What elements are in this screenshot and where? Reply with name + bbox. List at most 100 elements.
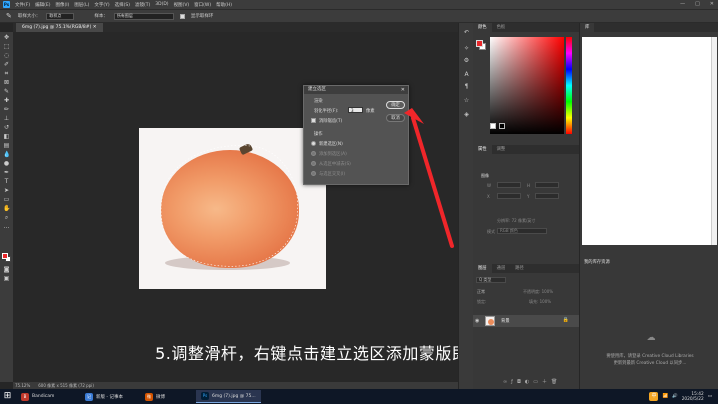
blur-tool-icon[interactable]: 💧 — [3, 151, 10, 158]
mode-select[interactable]: RGB 颜色 — [497, 228, 547, 234]
quick-mask-icon[interactable]: ◙ — [3, 266, 10, 273]
group-icon[interactable]: ▭ — [533, 379, 542, 385]
crop-tool-icon[interactable]: ⌗ — [3, 70, 10, 77]
color-spectrum[interactable] — [490, 37, 564, 134]
eyedropper-tool-icon[interactable]: ✎ — [6, 12, 12, 20]
menu-select[interactable]: 选择(S) — [115, 2, 130, 8]
menu-layer[interactable]: 图层(L) — [74, 2, 89, 8]
web-color-icon[interactable] — [490, 123, 496, 129]
quick-select-tool-icon[interactable]: ✐ — [3, 61, 10, 68]
tab-properties[interactable]: 属性 — [473, 145, 492, 154]
menu-help[interactable]: 帮助(H) — [216, 2, 232, 8]
add-mask-icon[interactable]: ◘ — [517, 379, 525, 385]
blend-mode-select[interactable]: 正常 — [477, 289, 485, 295]
sample-layers-select[interactable]: 所有图层 — [113, 12, 174, 20]
eyedropper-icon[interactable]: ✎ — [3, 88, 10, 95]
character-panel-icon[interactable]: A — [463, 71, 470, 78]
menu-window[interactable]: 窗口(W) — [194, 2, 211, 8]
gradient-tool-icon[interactable]: ▤ — [3, 142, 10, 149]
panel-fg-swatch[interactable] — [476, 40, 483, 47]
intersect-selection-radio[interactable] — [311, 171, 316, 176]
brushes-panel-icon[interactable]: ⚙ — [463, 57, 470, 64]
healing-brush-icon[interactable]: ✚ — [3, 97, 10, 104]
lasso-tool-icon[interactable]: ◌ — [3, 52, 10, 59]
more-tools-icon[interactable]: … — [3, 223, 10, 230]
hue-slider[interactable] — [566, 37, 572, 134]
tab-paths[interactable]: 路径 — [510, 264, 529, 273]
menu-edit[interactable]: 编辑(E) — [35, 2, 50, 8]
gamut-warning-icon[interactable] — [499, 123, 505, 129]
tab-layers[interactable]: 图层 — [473, 264, 492, 273]
paragraph-panel-icon[interactable]: ¶ — [463, 83, 470, 90]
taskbar-item-notepad[interactable]: 记 新版 - 记事本 — [80, 390, 128, 403]
menu-3d[interactable]: 3D(D) — [155, 2, 168, 7]
library-dropdown[interactable]: 我的库存资源 — [584, 259, 610, 265]
path-select-icon[interactable]: ➤ — [3, 187, 10, 194]
width-field[interactable] — [497, 182, 521, 188]
move-tool-icon[interactable]: ✥ — [3, 34, 10, 41]
screen-mode-icon[interactable]: ▣ — [3, 275, 10, 282]
layer-filter-search[interactable]: Q 类型 — [476, 277, 506, 283]
history-panel-icon[interactable]: ↶ — [463, 29, 470, 36]
menu-image[interactable]: 图像(I) — [55, 2, 69, 8]
add-selection-radio[interactable] — [311, 151, 316, 156]
3d-panel-icon[interactable]: ◈ — [463, 111, 470, 118]
network-icon[interactable]: 📶 — [662, 394, 668, 399]
link-layers-icon[interactable]: ∞ — [503, 379, 511, 385]
tab-color[interactable]: 颜色 — [473, 23, 492, 32]
document-tab[interactable]: 6mg (7).jpg @ 75.1%(RGB/8#) ✕ — [16, 23, 103, 32]
taskbar-item-bandicam[interactable]: B Bandicam — [16, 390, 59, 403]
opacity-field[interactable]: 不透明度: 100% — [523, 289, 553, 295]
taskbar-item-weibo[interactable]: 微 微博 — [140, 390, 170, 403]
brush-tool-icon[interactable]: ✏ — [3, 106, 10, 113]
brush-settings-icon[interactable]: ✧ — [463, 45, 470, 52]
maximize-button[interactable]: □ — [695, 1, 700, 7]
sample-size-select[interactable]: 取样点 — [46, 12, 75, 20]
eye-icon[interactable]: ◉ — [475, 318, 479, 324]
new-layer-icon[interactable]: ＋ — [542, 379, 551, 385]
dodge-tool-icon[interactable]: ● — [3, 160, 10, 167]
hand-tool-icon[interactable]: ✋ — [3, 205, 10, 212]
zoom-level[interactable]: 75.12% — [15, 382, 30, 389]
ok-button[interactable]: 确定 — [386, 101, 405, 109]
x-field[interactable] — [497, 193, 521, 199]
menu-type[interactable]: 文字(Y) — [94, 2, 109, 8]
ime-icon[interactable]: 中 — [649, 392, 659, 401]
type-tool-icon[interactable]: T — [3, 178, 10, 185]
trash-icon[interactable]: 🗑 — [551, 379, 561, 385]
taskbar-item-photoshop[interactable]: Ps 6mg (7).jpg @ 75... — [196, 390, 261, 403]
subtract-selection-radio[interactable] — [311, 161, 316, 166]
menu-view[interactable]: 视图(V) — [174, 2, 190, 8]
tab-swatches[interactable]: 色板 — [492, 23, 511, 32]
close-button[interactable]: ✕ — [710, 1, 714, 7]
menu-file[interactable]: 文件(F) — [15, 2, 30, 8]
layer-row[interactable]: ◉ 背景 🔒 — [473, 315, 579, 327]
tab-libraries[interactable]: 库 — [580, 23, 595, 32]
new-selection-radio[interactable] — [311, 141, 316, 146]
frame-tool-icon[interactable]: ⊠ — [3, 79, 10, 86]
document-canvas[interactable] — [139, 128, 326, 289]
volume-icon[interactable]: 🔊 — [672, 394, 678, 399]
glyphs-panel-icon[interactable]: ☆ — [463, 97, 470, 104]
pen-tool-icon[interactable]: ✒ — [3, 169, 10, 176]
feather-radius-input[interactable]: 3 — [348, 107, 363, 113]
dialog-close-icon[interactable]: ✕ — [401, 86, 405, 94]
clock[interactable]: 15:42 2020/5/22 — [682, 392, 704, 402]
minimize-button[interactable]: — — [680, 1, 685, 7]
zoom-tool-icon[interactable]: ⌕ — [3, 214, 10, 221]
height-field[interactable] — [535, 182, 559, 188]
fill-field[interactable]: 填充: 100% — [529, 299, 551, 305]
menu-filter[interactable]: 滤镜(T) — [135, 2, 150, 8]
clone-stamp-icon[interactable]: ⊥ — [3, 115, 10, 122]
libraries-scrollbar[interactable] — [711, 37, 717, 245]
notification-icon[interactable]: ▭ — [708, 394, 712, 399]
tab-channels[interactable]: 通道 — [492, 264, 511, 273]
antialias-checkbox[interactable] — [311, 118, 316, 123]
windows-start-icon[interactable]: ⊞ — [3, 392, 12, 401]
shape-tool-icon[interactable]: ▭ — [3, 196, 10, 203]
foreground-color-swatch[interactable] — [2, 253, 8, 259]
tab-adjustments[interactable]: 调整 — [492, 145, 511, 154]
eraser-tool-icon[interactable]: ◧ — [3, 133, 10, 140]
history-brush-icon[interactable]: ↺ — [3, 124, 10, 131]
cancel-button[interactable]: 取消 — [386, 114, 405, 122]
